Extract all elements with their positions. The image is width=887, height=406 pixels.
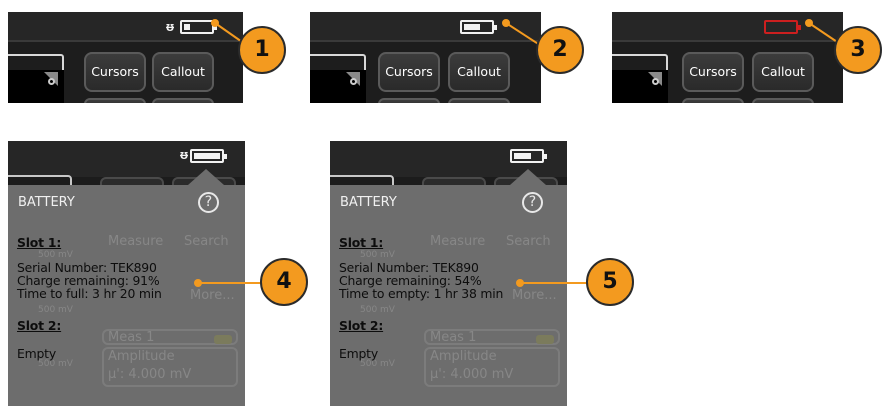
meas1-label: Meas 1 — [430, 330, 477, 345]
callout-button[interactable]: Callout — [752, 52, 814, 92]
help-icon[interactable]: ? — [198, 192, 219, 213]
plug-icon: ᵿ — [166, 20, 175, 35]
time-to-full: Time to full: 3 hr 20 min — [17, 286, 162, 301]
time-to-empty: Time to empty: 1 hr 38 min — [339, 286, 504, 301]
meas1-label: Meas 1 — [108, 330, 155, 345]
popup-pointer — [510, 169, 546, 185]
popup-pointer — [188, 169, 224, 185]
callout-5: 5 — [586, 258, 634, 306]
zoom-icon — [652, 78, 659, 85]
slot2-heading: Slot 2: — [17, 318, 62, 333]
status-bar — [612, 12, 843, 42]
lower-button[interactable] — [378, 98, 440, 103]
lower-button[interactable] — [84, 98, 146, 103]
scale-label: 500 mV — [38, 250, 73, 260]
lower-button[interactable] — [752, 98, 814, 103]
popup-title: BATTERY — [18, 195, 75, 210]
amplitude-value: μ': 4.000 mV — [108, 367, 192, 382]
callout-4: 4 — [260, 258, 308, 306]
battery-level — [514, 153, 531, 159]
slot2-status: Empty — [17, 346, 56, 361]
popup-title: BATTERY — [340, 195, 397, 210]
battery-level — [184, 24, 190, 30]
callout-2: 2 — [536, 26, 584, 74]
cursors-button[interactable]: Cursors — [682, 52, 744, 92]
callout-4-leader — [198, 282, 262, 284]
battery-icon[interactable] — [190, 149, 227, 163]
panel-5-battery: Measure Search More... 500 mV 500 mV 500… — [330, 141, 567, 406]
status-bar — [310, 12, 541, 42]
scale-label: 500 mV — [360, 250, 395, 260]
panel-4-battery-charging: ᵿ Measure Search More... 500 mV 500 mV 5… — [8, 141, 245, 406]
zoom-icon — [48, 78, 55, 85]
meas-badge — [536, 335, 554, 344]
amplitude-label: Amplitude — [430, 349, 497, 364]
battery-low-icon[interactable] — [764, 20, 801, 34]
panel-1-charging: ᵿ Cursors Callout — [8, 12, 243, 103]
cursors-button[interactable]: Cursors — [84, 52, 146, 92]
lower-button[interactable] — [448, 98, 510, 103]
lower-button[interactable] — [152, 98, 214, 103]
battery-icon[interactable] — [460, 20, 497, 34]
scale-label: 500 mV — [360, 305, 395, 315]
more-button-bg: More... — [512, 288, 557, 303]
battery-icon[interactable] — [510, 149, 547, 163]
help-icon[interactable]: ? — [522, 192, 543, 213]
search-button-bg: Search — [506, 234, 551, 249]
scale-label: 500 mV — [38, 305, 73, 315]
plug-icon: ᵿ — [180, 148, 189, 163]
slot1-heading: Slot 1: — [339, 235, 384, 250]
zoom-icon — [350, 78, 357, 85]
callout-1: 1 — [238, 26, 286, 74]
amplitude-value: μ': 4.000 mV — [430, 367, 514, 382]
callout-button[interactable]: Callout — [152, 52, 214, 92]
callout-button[interactable]: Callout — [448, 52, 510, 92]
lower-button[interactable] — [682, 98, 744, 103]
meas-badge — [214, 335, 232, 344]
search-button-bg: Search — [184, 234, 229, 249]
battery-level — [464, 24, 480, 30]
more-button-bg: More... — [190, 288, 235, 303]
slot1-heading: Slot 1: — [17, 235, 62, 250]
slot2-status: Empty — [339, 346, 378, 361]
battery-level — [194, 153, 220, 159]
slot2-heading: Slot 2: — [339, 318, 384, 333]
cursors-button[interactable]: Cursors — [378, 52, 440, 92]
battery-icon[interactable] — [180, 20, 217, 34]
measure-button-bg: Measure — [430, 234, 486, 249]
callout-3: 3 — [834, 26, 882, 74]
measure-button-bg: Measure — [108, 234, 164, 249]
amplitude-label: Amplitude — [108, 349, 175, 364]
callout-5-leader — [520, 282, 588, 284]
